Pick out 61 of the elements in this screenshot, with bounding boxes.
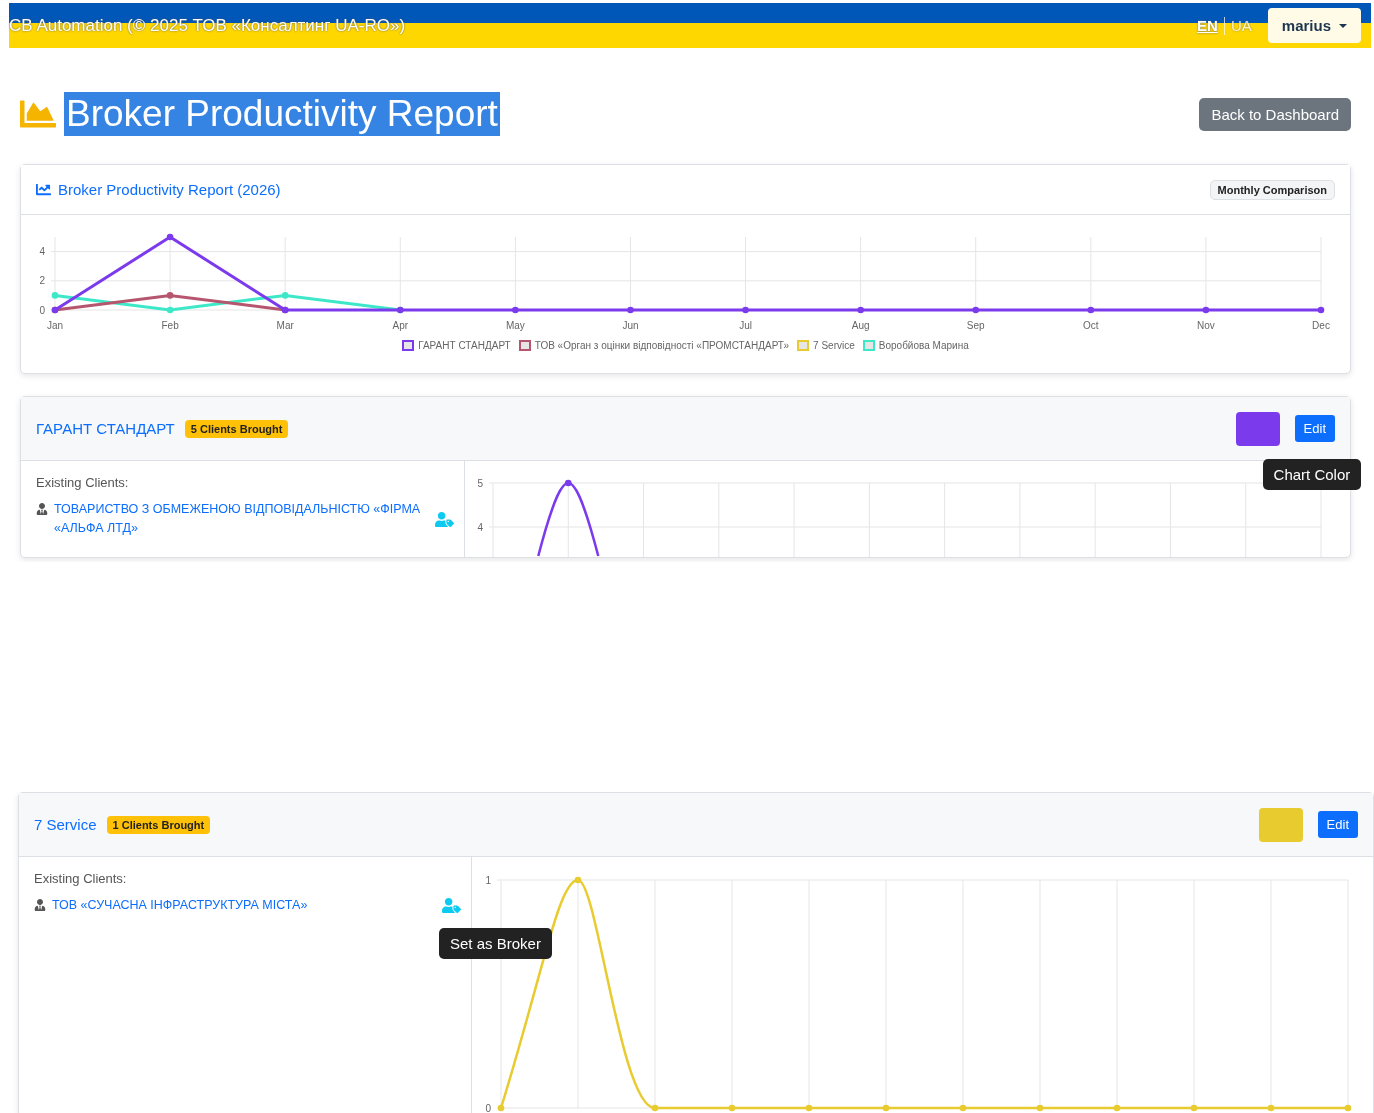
legend-item[interactable]: 7 Service (797, 340, 855, 351)
y-axis-label: 5 (477, 477, 483, 489)
data-point (728, 1104, 736, 1112)
client-link[interactable]: ТОВАРИСТВО З ОБМЕЖЕНОЮ ВІДПОВІДАЛЬНІСТЮ «ФІРМА «АЛЬФА ЛТД» (54, 500, 429, 538)
x-tick-label: Jan (46, 320, 64, 331)
y-axis-label: 1 (485, 874, 491, 886)
clients-heading: Existing Clients: (36, 475, 130, 490)
y-tick-label: 2 (39, 275, 45, 287)
y-tick-label: 0 (39, 304, 45, 316)
data-point (1113, 1104, 1121, 1112)
x-tick-label: Jun (622, 320, 639, 331)
line-chart-icon (36, 182, 51, 197)
data-point (651, 1104, 659, 1112)
data-point (1344, 1104, 1352, 1112)
clients-count-badge: 5 Clients Brought (184, 419, 289, 438)
clients-count-badge: 1 Clients Brought (106, 815, 211, 834)
tooltip: Chart Color (1262, 458, 1362, 490)
y-axis-label: 4 (477, 521, 483, 533)
x-tick-label: Mar (276, 320, 294, 331)
client-link[interactable]: ТОВ «СУЧАСНА ІНФРАСТРУКТУРА МІСТА» (52, 896, 436, 915)
edit-button[interactable]: Edit (1317, 811, 1358, 838)
page-title: Broker Productivity Report (64, 92, 500, 136)
legend-item[interactable]: Воробйова Марина (862, 340, 969, 351)
clients-heading: Existing Clients: (34, 871, 128, 886)
x-tick-label: Dec (1312, 320, 1330, 331)
y-axis-label: 0 (485, 1102, 491, 1113)
edit-button[interactable]: Edit (1294, 415, 1335, 442)
data-point (1036, 1104, 1044, 1112)
data-point (497, 1104, 505, 1112)
x-tick-label: Sep (966, 320, 985, 331)
legend-item[interactable]: ГАРАНТ СТАНДАРТ (402, 340, 511, 351)
data-point (574, 876, 582, 884)
x-tick-label: Oct (1083, 320, 1099, 331)
x-tick-label: May (505, 320, 525, 331)
x-tick-label: Jul (739, 320, 752, 331)
legend-item[interactable]: ТОВ «Орган з оцінки відповідності «ПРОМСТАНДАРТ» (518, 340, 790, 351)
tooltip: Set as Broker (439, 928, 552, 959)
data-point (959, 1104, 967, 1112)
set-broker-icon[interactable] (435, 509, 454, 529)
card-title: Broker Productivity Report (2026) (58, 181, 281, 198)
broker-name-link[interactable]: 7 Service (34, 816, 97, 833)
x-tick-label: Feb (161, 320, 179, 331)
person-icon (36, 503, 48, 515)
chart-color-picker[interactable] (1235, 411, 1280, 446)
data-point (1190, 1104, 1198, 1112)
data-point (882, 1104, 890, 1112)
set-broker-icon[interactable] (442, 896, 461, 915)
x-tick-label: Nov (1197, 320, 1215, 331)
chart-color-picker[interactable] (1258, 807, 1303, 842)
x-tick-label: Aug (851, 320, 870, 331)
person-icon (34, 899, 46, 911)
back-button[interactable]: Back to Dashboard (1199, 97, 1351, 131)
user-menu-button[interactable]: marius (1267, 8, 1361, 43)
data-point (805, 1104, 813, 1112)
comparison-badge: Monthly Comparison (1209, 179, 1335, 200)
data-point (564, 479, 572, 487)
x-tick-label: Apr (392, 320, 409, 331)
y-tick-label: 4 (39, 246, 45, 258)
caret-icon (1339, 23, 1347, 28)
data-point (1267, 1104, 1275, 1112)
broker-name-link[interactable]: ГАРАНТ СТАНДАРТ (36, 420, 175, 437)
